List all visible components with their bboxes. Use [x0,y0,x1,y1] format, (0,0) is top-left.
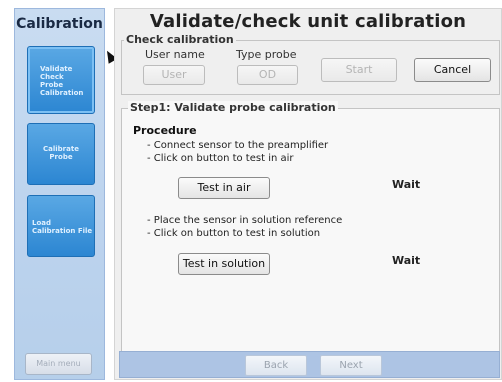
check-calibration-legend: Check calibration [124,33,236,46]
air-status: Wait [392,178,421,191]
step1-legend: Step1: Validate probe calibration [128,101,338,114]
sidebar-button-label: Calibration File [32,227,93,235]
cancel-button[interactable]: Cancel [414,58,491,82]
sidebar-button-label: Load [32,219,52,227]
page-title: Validate/check unit calibration [149,11,467,32]
step1-group: Step1: Validate probe calibration Proced… [121,101,500,354]
sidebar-button-label: Probe [49,153,73,161]
validate-check-calibration-button[interactable]: Validate Check Probe Calibration [27,46,95,114]
sidebar-button-label: Calibration [40,89,84,97]
sidebar-title: Calibration [16,16,103,32]
test-in-solution-button[interactable]: Test in solution [178,253,270,275]
sidebar-button-label: Probe [40,81,64,89]
procedure-title: Procedure [133,124,197,137]
instruction-line: - Place the sensor in solution reference [147,215,343,226]
next-button[interactable]: Next [320,355,382,376]
calibrate-probe-button[interactable]: Calibrate Probe [27,123,95,185]
main-panel: Validate/check unit calibration Check ca… [114,8,502,380]
back-button[interactable]: Back [245,355,307,376]
sidebar-button-label: Calibrate [43,145,79,153]
user-name-label: User name [145,48,205,61]
main-menu-button[interactable]: Main menu [25,353,92,375]
od-button[interactable]: OD [237,65,298,85]
start-button[interactable]: Start [321,58,397,82]
load-calibration-file-button[interactable]: Load Calibration File [27,195,95,257]
instruction-line: - Click on button to test in air [147,153,294,164]
user-button[interactable]: User [143,65,205,85]
instruction-line: - Click on button to test in solution [147,228,321,239]
check-calibration-group: Check calibration User name Type probe U… [121,33,500,95]
sidebar: Calibration Validate Check Probe Calibra… [14,8,118,380]
sidebar-button-label: Validate [40,65,73,73]
solution-status: Wait [392,254,421,267]
type-probe-label: Type probe [236,48,297,61]
instruction-line: - Connect sensor to the preamplifier [147,140,329,151]
navigation-bar: Back Next [119,351,500,378]
test-in-air-button[interactable]: Test in air [178,177,270,199]
sidebar-button-label: Check [40,73,64,81]
